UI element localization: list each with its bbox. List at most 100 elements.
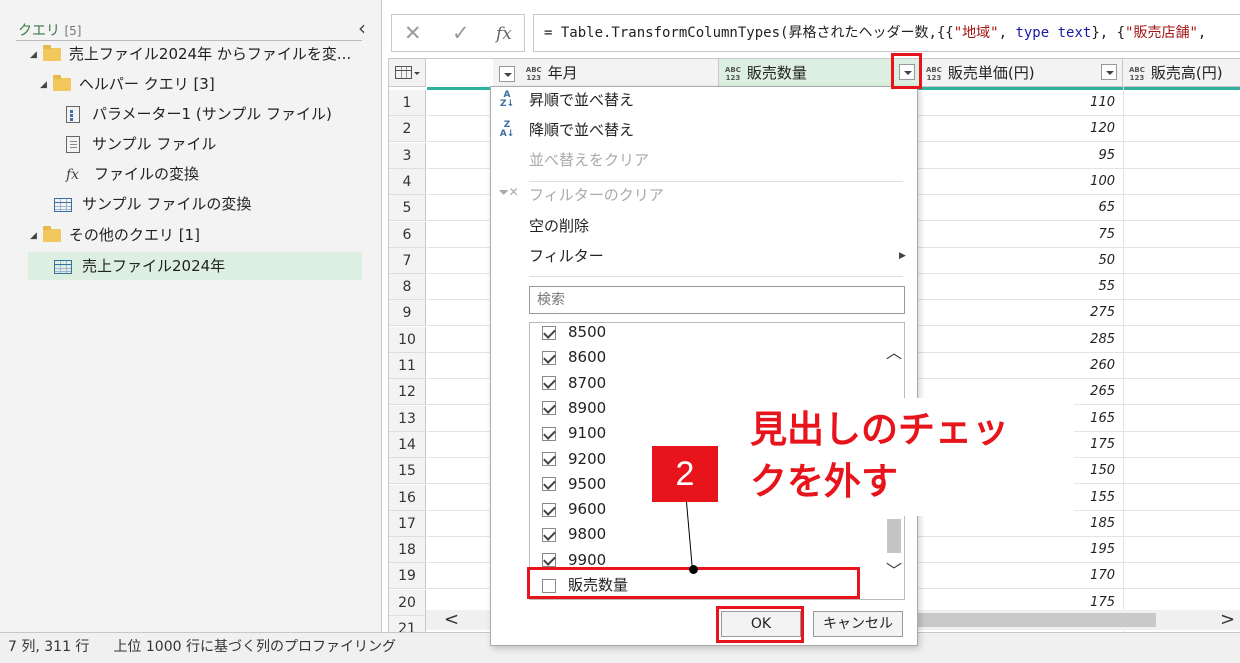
checkbox[interactable] [542, 325, 556, 340]
cancel-formula-icon[interactable]: ✕ [404, 21, 422, 45]
tree-item-parameter1[interactable]: パラメーター1 (サンプル ファイル) [66, 100, 332, 128]
row-number[interactable]: 5 [389, 195, 426, 222]
row-number[interactable]: 18 [389, 537, 426, 564]
tree-folder-other-queries[interactable]: ◢ その他のクエリ [1] [30, 221, 200, 249]
checkbox[interactable] [542, 401, 556, 416]
tree-item-transform-sample-file[interactable]: サンプル ファイルの変換 [54, 190, 251, 218]
column-header-sales-amount[interactable]: ABC 123 販売高(円) [1123, 59, 1240, 87]
menu-sort-descending[interactable]: 降順で並べ替え [529, 119, 634, 141]
filter-value-item[interactable]: 9500 [542, 472, 606, 497]
type-icon-text: ABC [926, 65, 942, 74]
checkbox[interactable] [542, 426, 556, 441]
expand-triangle-icon[interactable]: ◢ [30, 41, 37, 69]
unit-price-cell[interactable]: 110 [915, 90, 1115, 116]
filter-value-item[interactable]: 8700 [542, 371, 606, 396]
unit-price-cell[interactable]: 65 [915, 195, 1115, 221]
unit-price-cell[interactable]: 260 [915, 353, 1115, 379]
menu-sort-ascending[interactable]: 昇順で並べ替え [529, 89, 634, 111]
row-number[interactable]: 11 [389, 353, 426, 379]
any-type-icon[interactable]: ABC 123 [1129, 66, 1145, 82]
unit-price-cell[interactable]: 55 [915, 274, 1115, 300]
row-number[interactable]: 7 [389, 247, 426, 274]
expand-triangle-icon[interactable]: ◢ [30, 222, 37, 250]
scroll-left-icon[interactable]: < [444, 610, 459, 630]
filter-value-item[interactable]: 9800 [542, 522, 606, 547]
filter-value-item[interactable]: 8600 [542, 345, 606, 370]
any-type-icon[interactable]: ABC 123 [926, 66, 942, 82]
row-number[interactable]: 3 [389, 142, 426, 169]
row-number[interactable]: 20 [389, 589, 426, 616]
checkbox[interactable] [542, 452, 556, 466]
any-type-icon[interactable]: ABC 123 [725, 66, 741, 82]
any-type-icon[interactable]: ABC 123 [526, 66, 542, 82]
formula-text: , [998, 25, 1016, 41]
scroll-right-icon[interactable]: > [1220, 610, 1235, 630]
unit-price-cell[interactable]: 120 [915, 116, 1115, 142]
row-number[interactable]: 15 [389, 458, 426, 485]
unit-price-cell[interactable]: 195 [915, 537, 1115, 563]
status-profiling[interactable]: 上位 1000 行に基づく列のプロファイリング [113, 639, 396, 655]
tree-item-label: サンプル ファイルの変換 [82, 195, 252, 213]
cancel-button[interactable]: キャンセル [813, 611, 903, 637]
scroll-thumb[interactable] [906, 613, 1156, 627]
menu-filters[interactable]: フィルター [529, 245, 604, 267]
unit-price-cell[interactable]: 275 [915, 300, 1115, 326]
row-number[interactable]: 2 [389, 116, 426, 143]
row-number[interactable]: 19 [389, 563, 426, 590]
menu-remove-empty[interactable]: 空の削除 [529, 215, 589, 237]
row-number[interactable]: 14 [389, 431, 426, 458]
menu-clear-filter[interactable]: フィルターのクリア [529, 184, 664, 206]
tree-folder-transform-from-files[interactable]: ◢ 売上ファイル2024年 からファイルを変... [30, 40, 351, 68]
row-number[interactable]: 9 [389, 300, 426, 327]
tree-item-transform-file[interactable]: fx ファイルの変換 [66, 160, 199, 188]
formula-input[interactable]: = Table.TransformColumnTypes(昇格されたヘッダー数,… [533, 14, 1240, 52]
row-number[interactable]: 21 [389, 616, 426, 632]
unit-price-cell[interactable]: 50 [915, 248, 1115, 274]
queries-pane-title[interactable]: クエリ [5] [18, 20, 81, 40]
checkbox[interactable] [542, 527, 556, 542]
fx-icon[interactable]: fx [496, 24, 512, 44]
checkbox[interactable] [542, 376, 556, 391]
unit-price-cell[interactable]: 95 [915, 143, 1115, 169]
column-header-yearmonth[interactable]: ABC 123 年月 [493, 59, 719, 87]
filter-value-item[interactable]: 8900 [542, 396, 606, 421]
tree-item-sample-file[interactable]: サンプル ファイル [66, 130, 216, 158]
list-scroll-thumb[interactable] [887, 519, 901, 553]
row-number[interactable]: 16 [389, 484, 426, 511]
checkbox[interactable] [542, 553, 556, 568]
column-filter-button[interactable] [499, 65, 515, 82]
row-number[interactable]: 10 [389, 326, 426, 353]
column-filter-button[interactable] [1101, 64, 1117, 80]
row-number[interactable]: 8 [389, 274, 426, 301]
row-number[interactable]: 1 [389, 90, 426, 116]
filter-value-item[interactable]: 9100 [542, 421, 606, 446]
column-header-sales-qty[interactable]: ABC 123 販売数量 [719, 59, 920, 87]
row-number[interactable]: 12 [389, 379, 426, 406]
confirm-formula-icon[interactable]: ✓ [452, 21, 470, 45]
unit-price-cell[interactable]: 75 [915, 222, 1115, 248]
row-number[interactable]: 17 [389, 510, 426, 537]
row-number[interactable]: 4 [389, 168, 426, 195]
expand-triangle-icon[interactable]: ◢ [40, 71, 47, 99]
filter-value-item[interactable]: 9200 [542, 447, 606, 472]
collapse-pane-icon[interactable]: ‹ [358, 16, 366, 40]
filter-value-label: 9900 [568, 550, 607, 569]
row-number[interactable]: 6 [389, 221, 426, 248]
scroll-up-icon[interactable]: ︿ [886, 339, 902, 363]
filter-search-input[interactable]: 検索 [529, 286, 905, 314]
scroll-down-icon[interactable]: ﹀ [886, 557, 902, 581]
column-header-unit-price[interactable]: ABC 123 販売単価(円) [920, 59, 1123, 87]
checkbox[interactable] [542, 502, 556, 517]
checkbox[interactable] [542, 477, 556, 492]
checkbox[interactable] [542, 350, 556, 365]
unit-price-cell[interactable]: 285 [915, 327, 1115, 353]
tree-item-sales-2024-selected[interactable]: 売上ファイル2024年 [28, 252, 362, 280]
table-menu-icon[interactable] [389, 59, 426, 87]
tree-folder-helper-queries[interactable]: ◢ ヘルパー クエリ [3] [40, 70, 215, 98]
menu-clear-sort[interactable]: 並べ替えをクリア [529, 149, 649, 171]
row-number[interactable]: 13 [389, 405, 426, 432]
unit-price-cell[interactable]: 170 [915, 563, 1115, 589]
filter-value-item[interactable]: 9600 [542, 497, 606, 522]
unit-price-cell[interactable]: 100 [915, 169, 1115, 195]
filter-value-item[interactable]: 8500 [542, 323, 606, 345]
